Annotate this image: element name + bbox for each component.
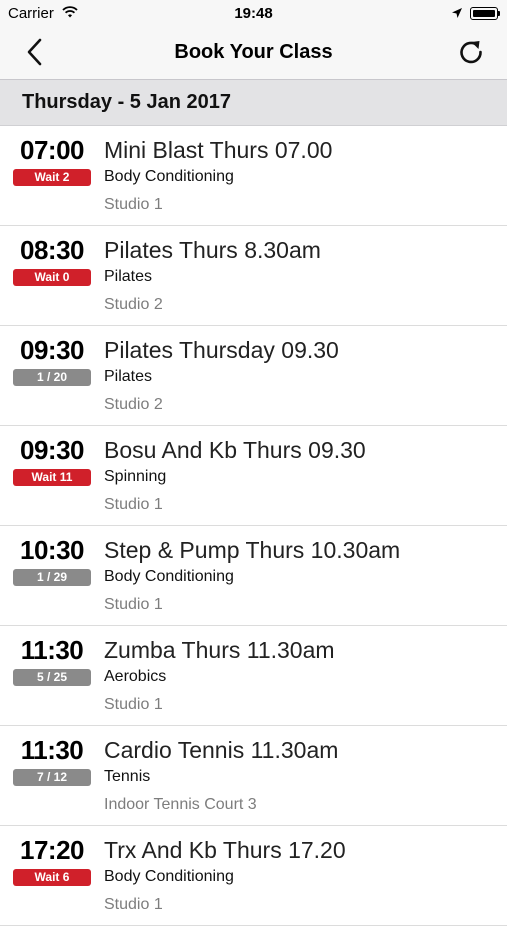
battery-icon <box>470 7 498 20</box>
class-location: Studio 1 <box>104 896 163 913</box>
class-row[interactable]: 17:20 Wait 6 Trx And Kb Thurs 17.20 Body… <box>0 826 507 926</box>
class-location: Studio 1 <box>104 496 163 513</box>
class-list: 07:00 Wait 2 Mini Blast Thurs 07.00 Body… <box>0 126 507 926</box>
class-row[interactable]: 09:30 1 / 20 Pilates Thursday 09.30 Pila… <box>0 326 507 426</box>
availability-badge: Wait 11 <box>13 469 91 486</box>
class-time: 09:30 <box>20 435 85 465</box>
class-name: Step & Pump Thurs 10.30am <box>104 537 401 563</box>
class-time: 07:00 <box>20 135 85 165</box>
class-row[interactable]: 11:30 5 / 25 Zumba Thurs 11.30am Aerobic… <box>0 626 507 726</box>
date-header: Thursday - 5 Jan 2017 <box>0 80 507 126</box>
class-time: 17:20 <box>20 835 85 865</box>
class-name: Cardio Tennis 11.30am <box>104 737 339 763</box>
page-title: Book Your Class <box>174 41 333 63</box>
class-location: Studio 2 <box>104 396 163 413</box>
class-row[interactable]: 09:30 Wait 11 Bosu And Kb Thurs 09.30 Sp… <box>0 426 507 526</box>
class-name: Bosu And Kb Thurs 09.30 <box>104 437 366 463</box>
class-type: Body Conditioning <box>104 168 234 185</box>
class-time: 11:30 <box>20 735 84 765</box>
class-location: Indoor Tennis Court 3 <box>104 796 257 813</box>
status-bar: Carrier 19:48 <box>0 0 507 28</box>
clock: 19:48 <box>234 5 273 22</box>
class-name: Pilates Thursday 09.30 <box>104 337 339 363</box>
class-location: Studio 1 <box>104 596 163 613</box>
location-arrow-icon <box>452 8 462 18</box>
class-type: Aerobics <box>104 668 167 685</box>
class-type: Pilates <box>104 368 153 385</box>
class-name: Mini Blast Thurs 07.00 <box>104 137 333 163</box>
class-row[interactable]: 07:00 Wait 2 Mini Blast Thurs 07.00 Body… <box>0 126 507 226</box>
class-type: Tennis <box>104 768 151 785</box>
class-name: Zumba Thurs 11.30am <box>104 637 335 663</box>
class-time: 09:30 <box>20 335 85 365</box>
class-type: Pilates <box>104 268 153 285</box>
class-name: Trx And Kb Thurs 17.20 <box>104 837 346 863</box>
class-row[interactable]: 10:30 1 / 29 Step & Pump Thurs 10.30am B… <box>0 526 507 626</box>
battery-tip <box>498 11 500 16</box>
class-location: Studio 2 <box>104 296 163 313</box>
class-time: 11:30 <box>20 635 84 665</box>
availability-badge: 5 / 25 <box>13 669 91 686</box>
class-row[interactable]: 11:30 7 / 12 Cardio Tennis 11.30am Tenni… <box>0 726 507 826</box>
date-header-label: Thursday - 5 Jan 2017 <box>22 91 231 113</box>
class-type: Spinning <box>104 468 167 485</box>
class-name: Pilates Thurs 8.30am <box>104 237 321 263</box>
class-location: Studio 1 <box>104 196 163 213</box>
nav-bar: Book Your Class <box>0 28 507 80</box>
class-row[interactable]: 08:30 Wait 0 Pilates Thurs 8.30am Pilate… <box>0 226 507 326</box>
availability-badge: 1 / 29 <box>13 569 91 586</box>
availability-badge: Wait 6 <box>13 869 91 886</box>
availability-badge: Wait 2 <box>13 169 91 186</box>
class-type: Body Conditioning <box>104 868 234 885</box>
class-type: Body Conditioning <box>104 568 234 585</box>
availability-badge: Wait 0 <box>13 269 91 286</box>
availability-badge: 1 / 20 <box>13 369 91 386</box>
refresh-icon[interactable] <box>456 37 486 67</box>
availability-badge: 7 / 12 <box>13 769 91 786</box>
class-time: 08:30 <box>20 235 85 265</box>
class-time: 10:30 <box>20 535 85 565</box>
class-location: Studio 1 <box>104 696 163 713</box>
